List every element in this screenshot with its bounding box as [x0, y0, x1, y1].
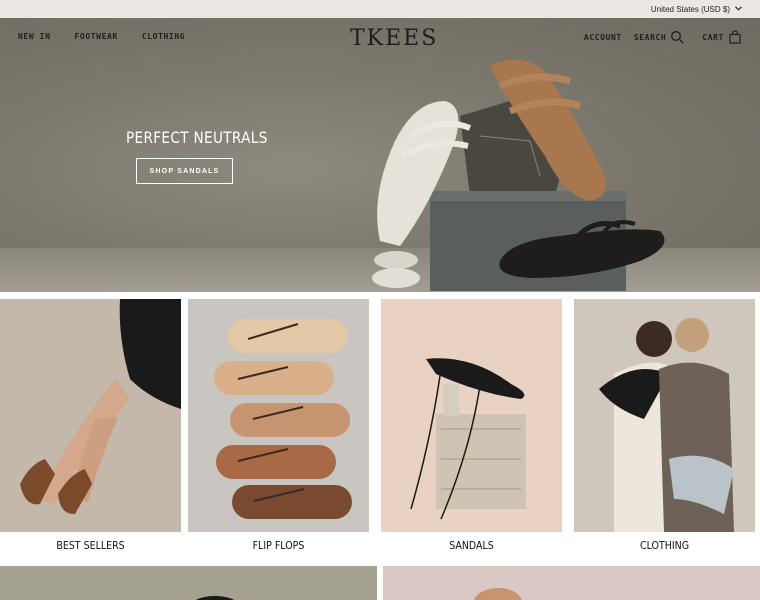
chevron-down-icon	[735, 5, 742, 13]
main-navigation: NEW IN FOOTWEAR CLOTHING TKEES ACCOUNT S…	[0, 18, 760, 58]
category-tile-sandals[interactable]: SANDALS	[381, 299, 562, 561]
hero-banner	[0, 18, 760, 292]
cart-button[interactable]: CART	[702, 30, 742, 44]
category-grid: BEST SELLERS FLIP FLOPS SANDALS CLOTHING	[0, 299, 760, 561]
search-button[interactable]: SEARCH	[634, 30, 685, 44]
nav-clothing[interactable]: CLOTHING	[142, 32, 185, 41]
category-label: BEST SELLERS	[56, 539, 125, 552]
cart-bag-icon	[729, 30, 741, 44]
search-label: SEARCH	[633, 32, 667, 42]
currency-selector[interactable]: United States (USD $)	[651, 5, 742, 14]
shop-sandals-button[interactable]: SHOP SANDALS	[136, 158, 233, 184]
category-label: SANDALS	[449, 539, 494, 552]
secondary-banner-right[interactable]	[383, 566, 760, 600]
flip-flops-image	[188, 299, 369, 532]
account-link[interactable]: ACCOUNT	[584, 33, 622, 42]
category-label: FLIP FLOPS	[252, 539, 305, 552]
secondary-banner-row	[0, 566, 760, 600]
nav-new-in[interactable]: NEW IN	[18, 32, 51, 41]
sandals-image	[381, 299, 562, 532]
category-tile-best-sellers[interactable]: BEST SELLERS	[0, 299, 181, 561]
category-tile-clothing[interactable]: CLOTHING	[574, 299, 755, 561]
category-label: CLOTHING	[639, 539, 690, 552]
currency-label: United States (USD $)	[650, 4, 730, 14]
search-icon	[671, 31, 684, 44]
secondary-banner-left[interactable]	[0, 566, 377, 600]
clothing-image	[574, 299, 755, 532]
cart-label: CART	[702, 32, 724, 42]
best-sellers-image	[0, 299, 181, 532]
hero-title: PERFECT NEUTRALS	[126, 128, 268, 147]
utility-bar: United States (USD $)	[0, 0, 760, 18]
category-tile-flip-flops[interactable]: FLIP FLOPS	[188, 299, 369, 561]
hero-product-image	[372, 59, 665, 291]
nav-footwear[interactable]: FOOTWEAR	[75, 32, 118, 41]
site-logo[interactable]: TKEES	[350, 26, 438, 51]
